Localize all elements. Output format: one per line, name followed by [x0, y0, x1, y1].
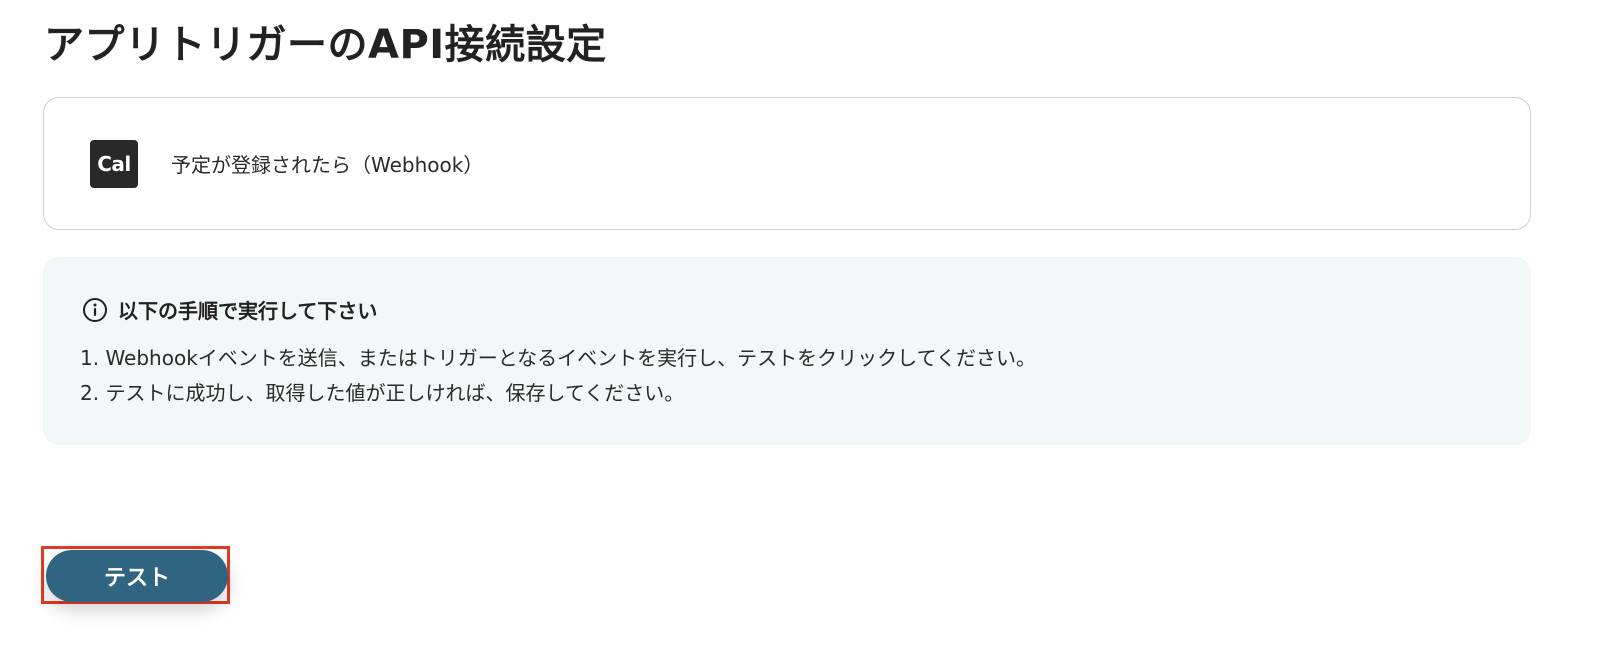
- page-title: アプリトリガーのAPI接続設定: [44, 22, 607, 68]
- page: アプリトリガーのAPI接続設定 Cal 予定が登録されたら（Webhook） 以…: [0, 0, 1600, 667]
- test-button[interactable]: テスト: [46, 550, 228, 602]
- instruction-step: 1. Webhookイベントを送信、またはトリガーとなるイベントを実行し、テスト…: [80, 346, 1036, 370]
- instructions-steps: 1. Webhookイベントを送信、またはトリガーとなるイベントを実行し、テスト…: [80, 341, 1036, 411]
- trigger-card[interactable]: Cal 予定が登録されたら（Webhook）: [43, 97, 1531, 230]
- instructions-box: 以下の手順で実行して下さい 1. Webhookイベントを送信、またはトリガーと…: [43, 257, 1531, 445]
- info-icon: [82, 297, 108, 323]
- cal-app-logo: Cal: [90, 139, 138, 188]
- instruction-step: 2. テストに成功し、取得した値が正しければ、保存してください。: [80, 381, 685, 405]
- trigger-label: 予定が登録されたら（Webhook）: [171, 153, 484, 177]
- instructions-heading: 以下の手順で実行して下さい: [82, 295, 377, 324]
- instructions-heading-text: 以下の手順で実行して下さい: [118, 299, 378, 323]
